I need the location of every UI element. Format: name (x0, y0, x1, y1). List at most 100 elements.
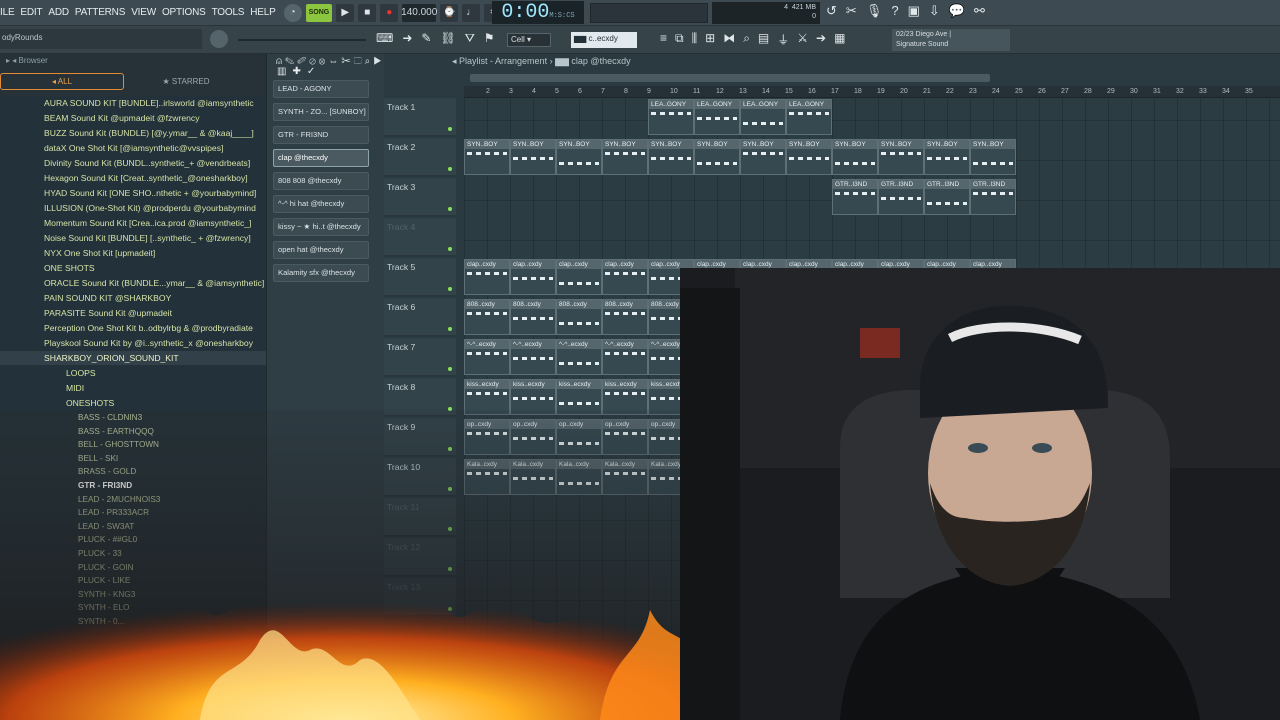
track-mute-led[interactable] (448, 287, 452, 291)
playlist-clip[interactable]: LEA..GONY (694, 99, 740, 135)
browser-icon[interactable]: ▤ (758, 31, 769, 48)
browser-pack[interactable]: BUZZ Sound Kit (BUNDLE) [@y.ymar__ & @ka… (0, 126, 266, 141)
menu-item[interactable]: ADD (48, 7, 69, 18)
playlist-clip[interactable]: 808..cxdy (602, 299, 648, 335)
browser-pack[interactable]: NYX One Shot Kit [upmadeit] (0, 246, 266, 261)
playlist-clip[interactable]: 808..cxdy (510, 299, 556, 335)
browser-pack[interactable]: BEAM Sound Kit @upmadeit @fzwrency (0, 111, 266, 126)
mixer-icon[interactable]: ⫼ (692, 31, 698, 48)
playlist-clip[interactable]: ^-^..ecxdy (602, 339, 648, 375)
track-mute-led[interactable] (448, 207, 452, 211)
paint-tool-icon[interactable]: ✐ (297, 56, 309, 67)
piano-roll-icon[interactable]: ⧉ (675, 31, 684, 48)
position-slider[interactable] (238, 39, 366, 41)
browser-pack[interactable]: Momentum Sound Kit [Crea..ica.prod @iams… (0, 216, 266, 231)
browser-subfolder[interactable]: ONESHOTS (0, 396, 266, 411)
playlist-clip[interactable]: ^-^..ecxdy (510, 339, 556, 375)
track-mute-led[interactable] (448, 167, 452, 171)
master-volume-knob[interactable]: ◔ (283, 3, 302, 22)
browser-pack[interactable]: ILLUSION (One-Shot Kit) @prodperdu @your… (0, 201, 266, 216)
grid-icon[interactable]: ▦ (834, 31, 845, 48)
plug-icon[interactable]: ⏚ (777, 31, 789, 48)
menu-item[interactable]: ILE (0, 7, 15, 18)
browser-pack[interactable]: ONE SHOTS (0, 261, 266, 276)
track-header[interactable]: Track 6 (384, 298, 456, 336)
playlist-clip[interactable]: SYN..BOY (556, 139, 602, 175)
playlist-clip[interactable]: 808..cxdy (464, 299, 510, 335)
playlist-clip[interactable]: GTR..I3ND (832, 179, 878, 215)
playlist-clip[interactable]: SYN..BOY (878, 139, 924, 175)
menu-item[interactable]: HELP (250, 7, 276, 18)
forward-icon[interactable]: ➔ (816, 31, 826, 48)
flag-icon[interactable]: ⚑ (484, 31, 495, 46)
track-header[interactable]: Track 7 (384, 338, 456, 376)
pencil-icon[interactable]: ✎ (421, 31, 431, 46)
pattern-item[interactable]: 808 808 @thecxdy (273, 172, 369, 190)
playlist-clip[interactable]: SYN..BOY (970, 139, 1016, 175)
track-mute-led[interactable] (448, 127, 452, 131)
track-header[interactable]: Track 4 (384, 218, 456, 256)
pattern-item[interactable]: ^-^ hi hat @thecxdy (273, 195, 369, 213)
playlist-clip[interactable]: clap..cxdy (510, 259, 556, 295)
plugin-icon[interactable]: ⌕ (743, 31, 750, 48)
pattern-item[interactable]: GTR - FRI3ND (273, 126, 369, 144)
cut-tool-icon[interactable]: ⚔ (797, 31, 808, 48)
menu-item[interactable]: VIEW (131, 7, 156, 18)
pattern-item[interactable]: LEAD - AGONY (273, 80, 369, 98)
browser-pack[interactable]: AURA SOUND KIT [BUNDLE]..irlsworld @iams… (0, 96, 266, 111)
playlist-clip[interactable]: SYN..BOY (648, 139, 694, 175)
chat-icon[interactable]: 💬 (949, 3, 965, 19)
keyboard-icon[interactable]: ⌨ (376, 31, 393, 46)
song-mode-toggle[interactable]: SONG (305, 3, 333, 22)
metronome-icon[interactable]: ⌚ (440, 3, 459, 22)
browser-pack[interactable]: Hexagon Sound Kit [Creat..synthetic_@one… (0, 171, 266, 186)
playlist-clip[interactable]: LEA..GONY (648, 99, 694, 135)
pattern-item[interactable]: open hat @thecxdy (273, 241, 369, 259)
browser-pack[interactable]: ORACLE Sound Kit (BUNDLE...ymar__ & @iam… (0, 276, 266, 291)
snap-select[interactable]: Cell ▾ (507, 33, 551, 47)
link-icon[interactable]: ⚯ (974, 3, 985, 19)
playlist-clip[interactable]: SYN..BOY (924, 139, 970, 175)
help-icon[interactable]: ? (891, 3, 898, 19)
browser-subfolder[interactable]: LOOPS (0, 366, 266, 381)
browser-pack[interactable]: PARASITE Sound Kit @upmadeit (0, 306, 266, 321)
playlist-clip[interactable]: ^-^..ecxdy (556, 339, 602, 375)
play-button[interactable]: ▶ (336, 3, 355, 22)
playlist-clip[interactable]: SYN..BOY (832, 139, 878, 175)
stamp-icon[interactable]: ⛛ (465, 31, 475, 46)
track-mute-led[interactable] (448, 327, 452, 331)
time-display[interactable]: 0:00M:S:CS (492, 1, 584, 24)
track-header[interactable]: Track 3 (384, 178, 456, 216)
arrow-icon[interactable]: ➜ (402, 31, 412, 46)
track-header[interactable]: Track 2 (384, 138, 456, 176)
browser-pack[interactable]: Noise Sound Kit [BUNDLE] [..synthetic_ +… (0, 231, 266, 246)
tempo-field[interactable]: 140.000 (401, 3, 437, 22)
browser-pack[interactable]: Perception One Shot Kit b..odbylrbg & @p… (0, 321, 266, 336)
mute-tool-icon[interactable]: ⊗ (319, 56, 329, 67)
undo-icon[interactable]: ↺ (826, 3, 837, 19)
mixer-faders-icon[interactable]: ⧓ (723, 31, 735, 48)
slip-tool-icon[interactable]: ⇔ (328, 56, 341, 67)
browser-pack[interactable]: Playskool Sound Kit by @i..synthetic_x @… (0, 336, 266, 351)
tab-starred[interactable]: ★ STARRED (124, 77, 248, 86)
pattern-selector[interactable]: ▆▆ c..ecxdy (571, 32, 637, 48)
menu-item[interactable]: PATTERNS (75, 7, 125, 18)
track-mute-led[interactable] (448, 247, 452, 251)
play-tool-icon[interactable]: ▶ (373, 56, 384, 67)
wait-icon[interactable]: ♩ (462, 3, 481, 22)
playlist-clip[interactable]: ^-^..ecxdy (464, 339, 510, 375)
save-icon[interactable]: ▣ (908, 3, 920, 19)
pattern-item[interactable]: clap @thecxdy (273, 149, 369, 167)
playlist-clip[interactable]: SYN..BOY (510, 139, 556, 175)
playlist-clip[interactable]: SYN..BOY (464, 139, 510, 175)
playlist-clip[interactable]: clap..cxdy (464, 259, 510, 295)
playlist-clip[interactable]: LEA..GONY (740, 99, 786, 135)
snap-magnet-icon[interactable]: ⍝ (276, 56, 285, 67)
mic-icon[interactable]: 🎙 (866, 3, 883, 19)
track-mute-led[interactable] (448, 367, 452, 371)
browser-pack[interactable]: Divinity Sound Kit (BUNDL..synthetic_+ @… (0, 156, 266, 171)
delete-tool-icon[interactable]: ⊘ (309, 56, 319, 67)
playlist-clip[interactable]: clap..cxdy (602, 259, 648, 295)
track-header[interactable]: Track 1 (384, 98, 456, 136)
chain-icon[interactable]: ⛓ (440, 31, 455, 46)
